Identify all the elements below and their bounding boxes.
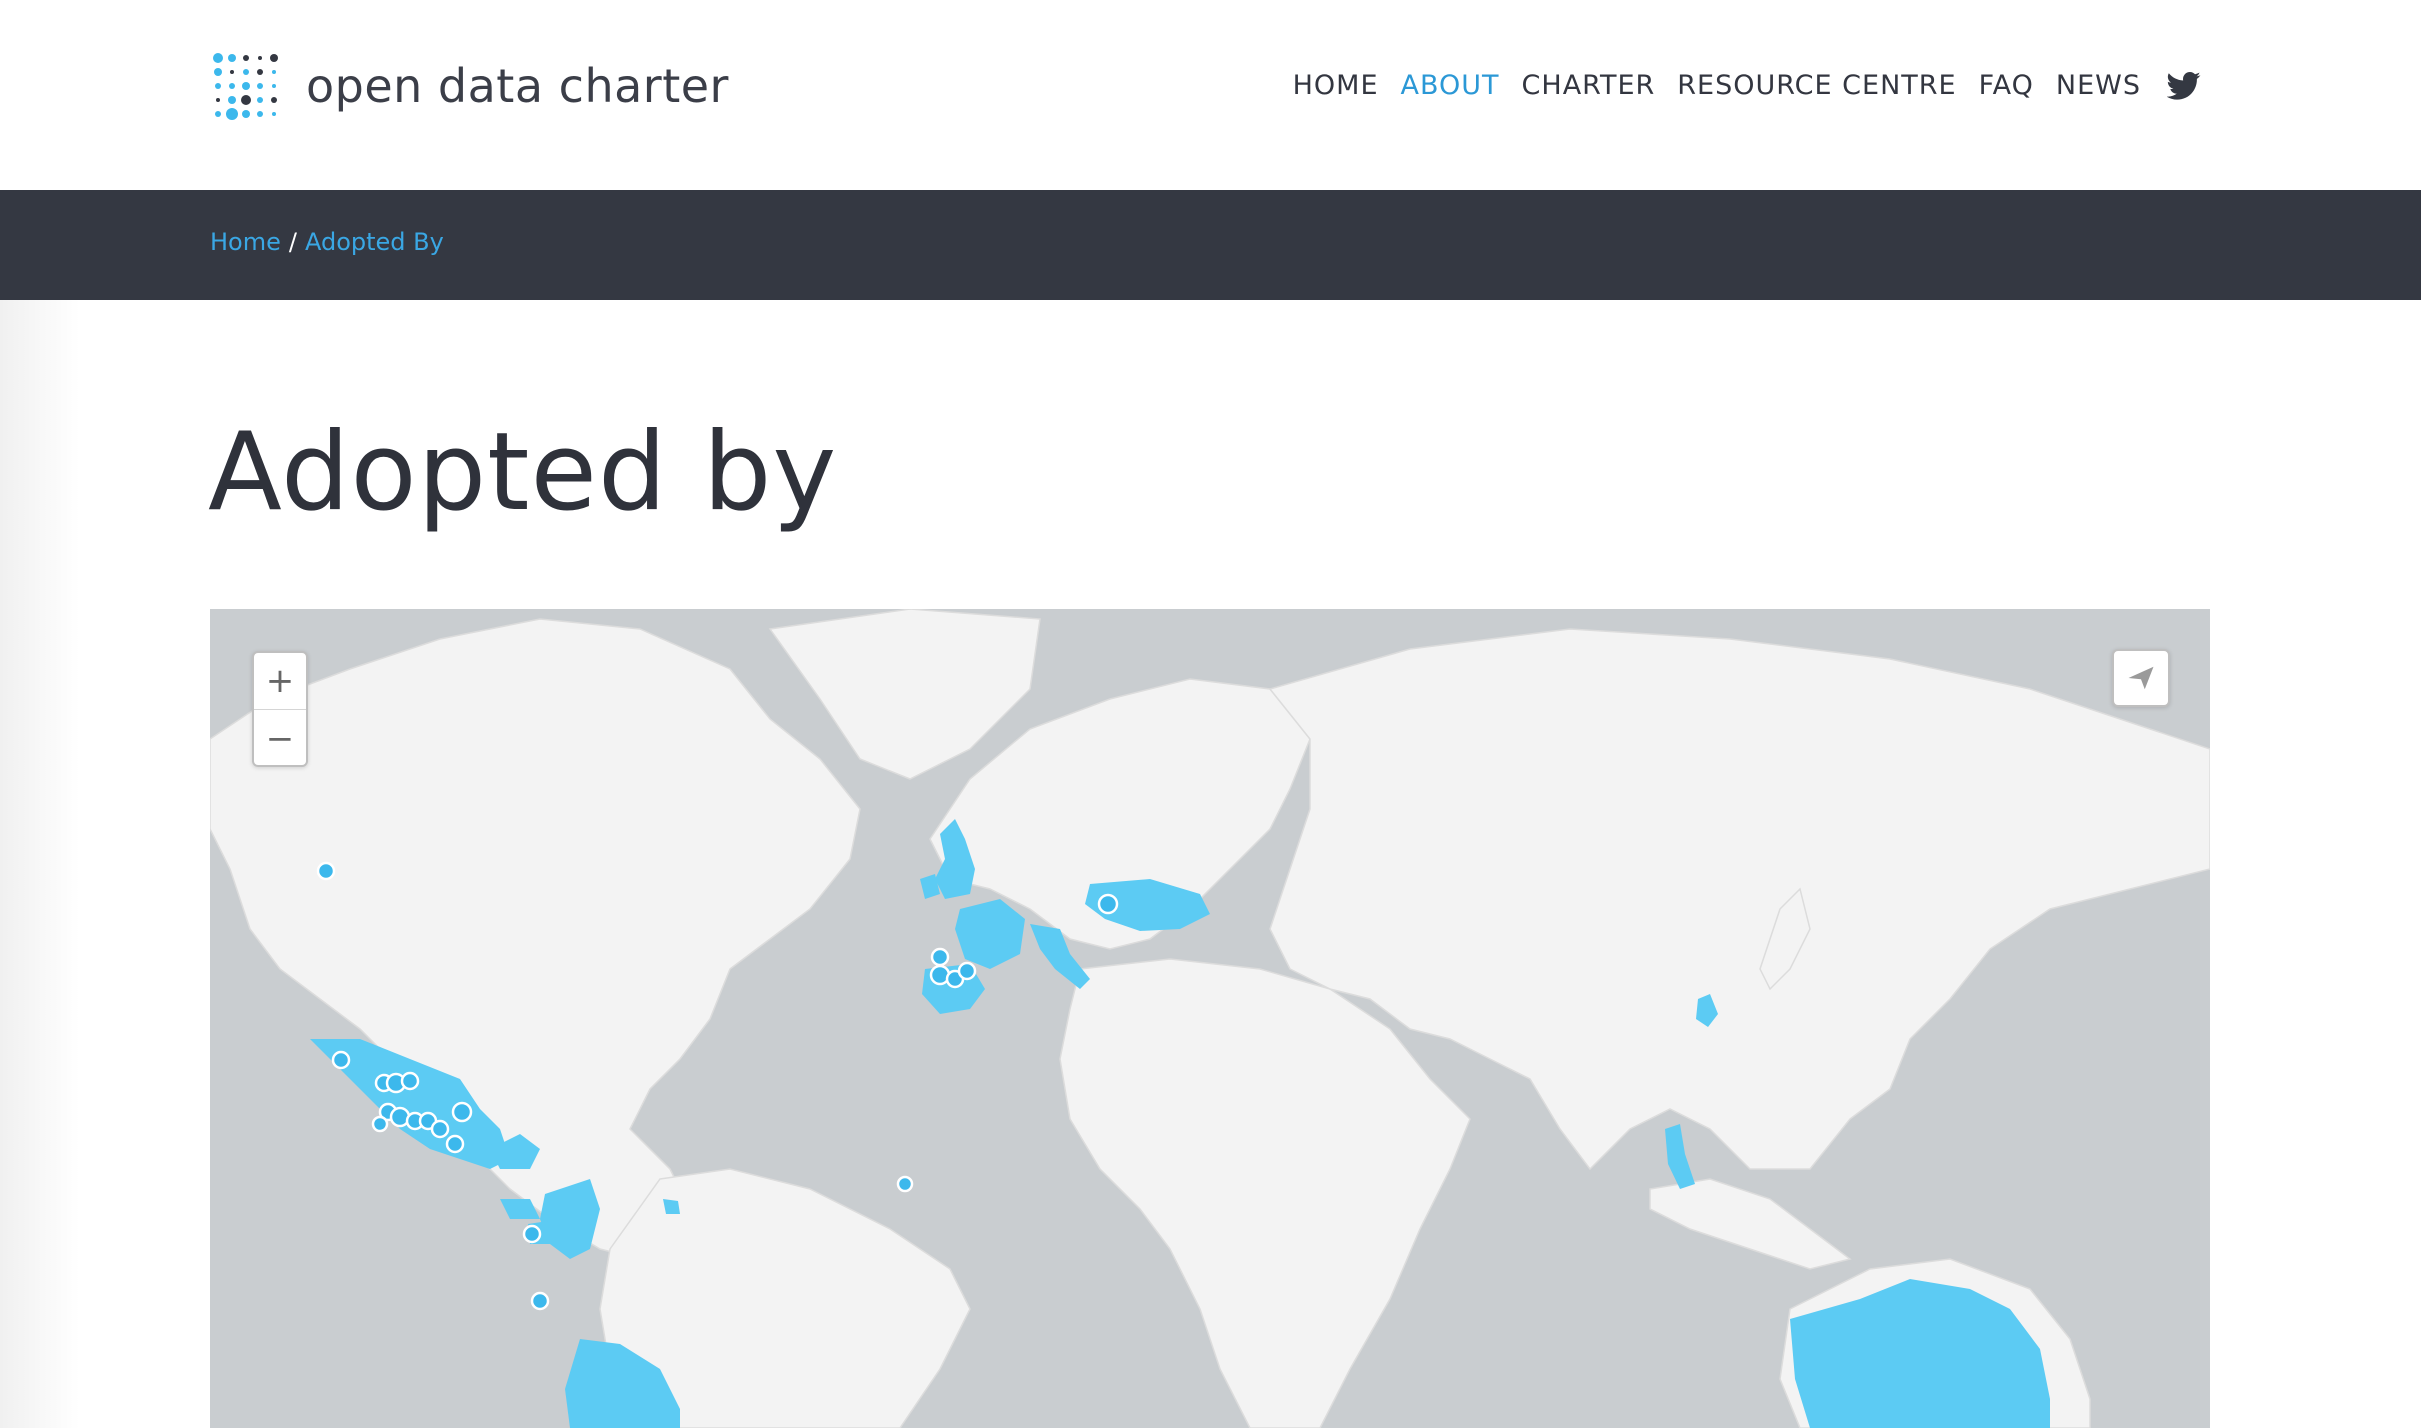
twitter-icon[interactable] (2167, 71, 2201, 101)
logo[interactable]: open data charter (210, 46, 729, 126)
breadcrumb-current[interactable]: Adopted By (305, 228, 444, 256)
map-marker (930, 947, 950, 967)
map-marker (957, 961, 977, 981)
zoom-control: + − (252, 651, 308, 767)
locate-button[interactable] (2112, 649, 2170, 707)
map-marker (331, 1050, 351, 1070)
map-marker (371, 1115, 389, 1133)
nav-resource-centre[interactable]: RESOURCE CENTRE (1677, 70, 1956, 101)
brand-name: open data charter (306, 59, 729, 113)
nav-charter[interactable]: CHARTER (1522, 70, 1656, 101)
breadcrumb-bar: Home / Adopted By (0, 190, 2421, 300)
world-map[interactable]: + − (210, 609, 2210, 1428)
breadcrumb-separator: / (288, 228, 297, 256)
site-header: open data charter HOME ABOUT CHARTER RES… (0, 0, 2421, 190)
map-marker (896, 1175, 914, 1193)
map-marker (522, 1224, 542, 1244)
map-marker (400, 1071, 420, 1091)
zoom-in-button[interactable]: + (254, 653, 306, 710)
map-marker (451, 1101, 473, 1123)
breadcrumb-home[interactable]: Home (210, 228, 281, 256)
nav-home[interactable]: HOME (1293, 70, 1379, 101)
map-marker (316, 861, 336, 881)
breadcrumb: Home / Adopted By (210, 228, 444, 256)
nav-news[interactable]: NEWS (2056, 70, 2141, 101)
map-canvas[interactable] (210, 609, 2210, 1428)
map-marker (430, 1119, 450, 1139)
page-title: Adopted by (208, 410, 838, 535)
zoom-out-button[interactable]: − (254, 710, 306, 767)
map-marker (1097, 893, 1119, 915)
nav-about[interactable]: ABOUT (1401, 70, 1500, 101)
paper-plane-icon (2128, 666, 2154, 690)
map-marker (445, 1134, 465, 1154)
main-nav: HOME ABOUT CHARTER RESOURCE CENTRE FAQ N… (1293, 70, 2201, 101)
logo-icon (213, 53, 278, 120)
map-marker (530, 1291, 550, 1311)
nav-faq[interactable]: FAQ (1979, 70, 2034, 101)
